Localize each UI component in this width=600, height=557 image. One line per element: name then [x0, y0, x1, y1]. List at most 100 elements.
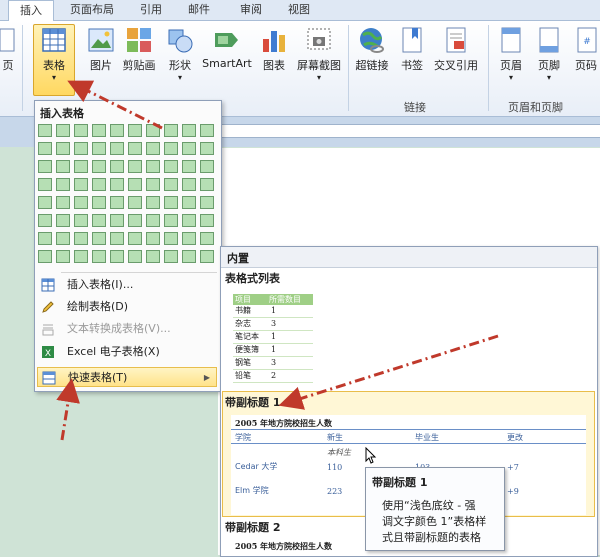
tab-page-layout[interactable]: 页面布局	[70, 0, 114, 20]
grid-cell[interactable]	[128, 160, 142, 173]
grid-cell[interactable]	[56, 142, 70, 155]
grid-cell[interactable]	[182, 214, 196, 227]
grid-cell[interactable]	[182, 232, 196, 245]
grid-cell[interactable]	[56, 214, 70, 227]
menu-excel-spreadsheet[interactable]: X Excel 电子表格(X)	[37, 342, 217, 362]
grid-cell[interactable]	[92, 250, 106, 263]
chart-button[interactable]: 图表	[258, 25, 290, 73]
grid-cell[interactable]	[74, 178, 88, 191]
grid-cell[interactable]	[146, 178, 160, 191]
grid-cell[interactable]	[182, 124, 196, 137]
grid-cell[interactable]	[38, 160, 52, 173]
t3-title[interactable]: 2005 年地方院校招生人数	[235, 541, 332, 552]
grid-cell[interactable]	[56, 178, 70, 191]
grid-cell[interactable]	[92, 232, 106, 245]
grid-cell[interactable]	[128, 178, 142, 191]
grid-cell[interactable]	[200, 250, 214, 263]
grid-cell[interactable]	[110, 232, 124, 245]
footer-button[interactable]: 页脚 ▾	[532, 25, 566, 82]
tabular-list-thumbnail[interactable]: 项目 所需数目 书籍 1 杂志 3 笔记本 1 便笺簿 1 钢笔 3 铅笔 2	[233, 294, 313, 383]
tab-references[interactable]: 引用	[140, 0, 162, 20]
grid-cell[interactable]	[56, 196, 70, 209]
grid-cell[interactable]	[182, 196, 196, 209]
page-button-cut[interactable]: 页	[0, 25, 16, 73]
grid-cell[interactable]	[92, 178, 106, 191]
grid-cell[interactable]	[182, 160, 196, 173]
grid-cell[interactable]	[128, 124, 142, 137]
grid-cell[interactable]	[164, 232, 178, 245]
grid-cell[interactable]	[200, 232, 214, 245]
grid-cell[interactable]	[200, 160, 214, 173]
grid-cell[interactable]	[146, 250, 160, 263]
page-number-button[interactable]: # 页码	[572, 25, 600, 73]
menu-quick-tables[interactable]: 快速表格(T) ▶	[37, 367, 217, 387]
grid-cell[interactable]	[38, 232, 52, 245]
grid-cell[interactable]	[38, 142, 52, 155]
table-button[interactable]: 表格 ▾	[33, 24, 75, 96]
grid-cell[interactable]	[164, 160, 178, 173]
grid-cell[interactable]	[56, 124, 70, 137]
grid-cell[interactable]	[38, 214, 52, 227]
grid-cell[interactable]	[182, 142, 196, 155]
grid-cell[interactable]	[92, 214, 106, 227]
hyperlink-button[interactable]: 超链接	[352, 25, 392, 73]
grid-cell[interactable]	[74, 214, 88, 227]
grid-cell[interactable]	[110, 214, 124, 227]
grid-cell[interactable]	[146, 214, 160, 227]
grid-cell[interactable]	[200, 178, 214, 191]
grid-cell[interactable]	[128, 250, 142, 263]
grid-cell[interactable]	[164, 142, 178, 155]
grid-cell[interactable]	[164, 250, 178, 263]
grid-cell[interactable]	[110, 142, 124, 155]
header-button[interactable]: 页眉 ▾	[494, 25, 528, 82]
grid-cell[interactable]	[56, 160, 70, 173]
tab-review[interactable]: 审阅	[240, 0, 262, 20]
grid-cell[interactable]	[146, 142, 160, 155]
grid-cell[interactable]	[74, 196, 88, 209]
screenshot-button[interactable]: 屏幕截图 ▾	[294, 25, 344, 82]
grid-cell[interactable]	[200, 214, 214, 227]
grid-cell[interactable]	[164, 178, 178, 191]
horizontal-ruler[interactable]	[220, 124, 600, 138]
grid-cell[interactable]	[38, 178, 52, 191]
clipart-button[interactable]: 剪贴画	[118, 25, 160, 73]
grid-cell[interactable]	[74, 142, 88, 155]
grid-cell[interactable]	[182, 250, 196, 263]
grid-cell[interactable]	[74, 250, 88, 263]
grid-cell[interactable]	[38, 124, 52, 137]
grid-cell[interactable]	[56, 250, 70, 263]
grid-cell[interactable]	[200, 142, 214, 155]
grid-cell[interactable]	[146, 232, 160, 245]
grid-cell[interactable]	[56, 232, 70, 245]
shapes-button[interactable]: 形状 ▾	[162, 25, 198, 82]
grid-cell[interactable]	[38, 196, 52, 209]
grid-cell[interactable]	[110, 250, 124, 263]
tab-insert[interactable]: 插入	[8, 0, 54, 22]
tab-mailings[interactable]: 邮件	[188, 0, 210, 20]
picture-button[interactable]: 图片	[84, 25, 118, 73]
smartart-button[interactable]: SmartArt	[200, 25, 254, 70]
grid-cell[interactable]	[146, 124, 160, 137]
grid-cell[interactable]	[110, 196, 124, 209]
grid-cell[interactable]	[92, 124, 106, 137]
grid-cell[interactable]	[200, 124, 214, 137]
grid-cell[interactable]	[164, 214, 178, 227]
grid-cell[interactable]	[110, 178, 124, 191]
grid-cell[interactable]	[74, 232, 88, 245]
grid-cell[interactable]	[146, 196, 160, 209]
grid-cell[interactable]	[164, 124, 178, 137]
grid-cell[interactable]	[182, 178, 196, 191]
grid-cell[interactable]	[164, 196, 178, 209]
grid-cell[interactable]	[146, 160, 160, 173]
grid-cell[interactable]	[74, 124, 88, 137]
menu-draw-table[interactable]: 绘制表格(D)	[37, 297, 217, 317]
cross-reference-button[interactable]: 交叉引用	[430, 25, 482, 73]
grid-cell[interactable]	[200, 196, 214, 209]
grid-cell[interactable]	[128, 214, 142, 227]
grid-cell[interactable]	[92, 142, 106, 155]
bookmark-button[interactable]: 书签	[396, 25, 428, 73]
grid-cell[interactable]	[128, 196, 142, 209]
grid-cell[interactable]	[110, 160, 124, 173]
grid-cell[interactable]	[74, 160, 88, 173]
grid-cell[interactable]	[128, 142, 142, 155]
